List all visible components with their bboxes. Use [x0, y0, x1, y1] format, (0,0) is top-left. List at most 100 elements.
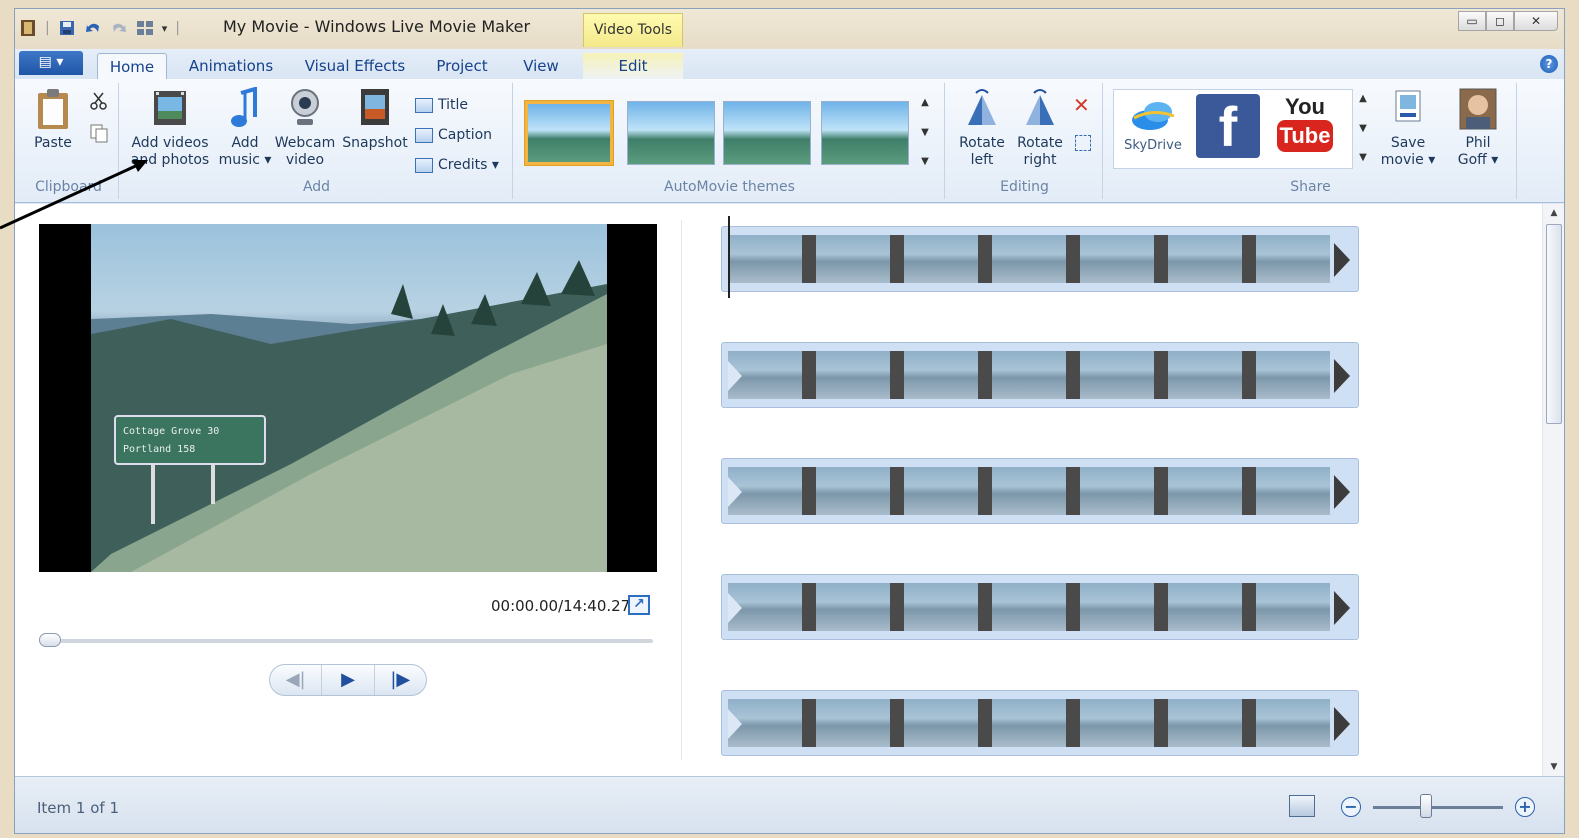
- gallery-up-icon[interactable]: ▲: [921, 97, 929, 108]
- paste-button[interactable]: Paste: [29, 87, 77, 152]
- next-frame-icon[interactable]: |▶: [375, 665, 426, 695]
- add-group-label: Add: [302, 179, 331, 195]
- zoom-slider-track[interactable]: [1373, 806, 1503, 809]
- remove-icon[interactable]: ✕: [1073, 93, 1090, 117]
- tab-home[interactable]: Home: [97, 53, 167, 81]
- storyboard-clip-row[interactable]: [721, 458, 1359, 524]
- storyboard-clip-row[interactable]: [721, 574, 1359, 640]
- seek-thumb[interactable]: [39, 633, 61, 647]
- tab-view[interactable]: View: [515, 53, 567, 81]
- file-menu-button[interactable]: ▤ ▾: [19, 51, 83, 75]
- minimize-button[interactable]: ▭: [1458, 11, 1486, 31]
- skydrive-button[interactable]: SkyDrive: [1118, 94, 1188, 166]
- clip-continue-icon: [1334, 359, 1350, 393]
- storyboard-clip-row[interactable]: [721, 226, 1359, 292]
- play-icon[interactable]: ▶: [321, 665, 375, 695]
- layout-icon[interactable]: [136, 19, 154, 37]
- share-more-icon[interactable]: ▼: [1359, 152, 1367, 163]
- tab-project[interactable]: Project: [429, 53, 495, 81]
- storyboard-clip-row[interactable]: [721, 342, 1359, 408]
- save-movie-button[interactable]: Save movie ▾: [1375, 87, 1441, 169]
- status-item-count: Item 1 of 1: [37, 799, 119, 817]
- gallery-more-icon[interactable]: ▼: [921, 156, 929, 167]
- fullscreen-icon[interactable]: ↗: [628, 595, 650, 615]
- clip-frame: [1256, 235, 1330, 283]
- share-down-icon[interactable]: ▼: [1359, 123, 1367, 134]
- share-group-label: Share: [1290, 179, 1331, 195]
- title-button[interactable]: Title: [415, 97, 468, 113]
- tab-animations[interactable]: Animations: [181, 53, 281, 81]
- rotate-left-button[interactable]: Rotate left: [953, 87, 1011, 169]
- add-videos-and-photos-button[interactable]: Add videos and photos: [125, 87, 215, 169]
- theme-pan-and-zoom[interactable]: [821, 101, 909, 165]
- zoom-slider-thumb[interactable]: [1420, 794, 1432, 818]
- credits-icon: [415, 157, 433, 173]
- youtube-button[interactable]: You Tube: [1270, 94, 1340, 160]
- rotate-right-button[interactable]: Rotate right: [1011, 87, 1069, 169]
- skydrive-label: SkyDrive: [1124, 138, 1182, 153]
- clip-start-icon: [728, 593, 742, 623]
- zoom-out-icon[interactable]: −: [1341, 797, 1361, 817]
- themes-group-label: AutoMovie themes: [664, 179, 795, 195]
- clip-frame: [816, 235, 904, 283]
- pane-divider[interactable]: [681, 220, 682, 760]
- close-button[interactable]: ✕: [1514, 11, 1558, 31]
- select-all-icon[interactable]: [1075, 135, 1091, 151]
- zoom-in-icon[interactable]: +: [1515, 797, 1535, 817]
- snapshot-button[interactable]: Snapshot: [339, 87, 411, 152]
- storyboard-scrollbar[interactable]: ▲ ▼: [1542, 204, 1564, 776]
- clip-continue-icon: [1334, 707, 1350, 741]
- save-icon[interactable]: [58, 19, 76, 37]
- user-account-button[interactable]: Phil Goff ▾: [1445, 87, 1511, 169]
- help-icon[interactable]: ?: [1540, 55, 1558, 73]
- scroll-down-icon[interactable]: ▼: [1543, 762, 1564, 772]
- webcam-video-button[interactable]: Webcam video: [273, 87, 337, 169]
- redo-icon[interactable]: [110, 19, 128, 37]
- theme-default[interactable]: [525, 101, 613, 165]
- previous-frame-icon[interactable]: ◀|: [270, 665, 321, 695]
- scroll-up-icon[interactable]: ▲: [1543, 208, 1564, 218]
- snapshot-icon: [361, 89, 389, 125]
- video-preview[interactable]: Cottage Grove 30 Portland 158: [39, 224, 657, 572]
- share-group: SkyDrive f You Tube ▲ ▼ ▼ Save movie ▾ P…: [1105, 83, 1517, 199]
- theme-fade[interactable]: [723, 101, 811, 165]
- caption-button[interactable]: Caption: [415, 127, 492, 143]
- share-gallery: SkyDrive f You Tube: [1113, 89, 1353, 169]
- clip-frames: [728, 235, 1330, 283]
- share-up-icon[interactable]: ▲: [1359, 93, 1367, 104]
- add-group: Add videos and photos Add music ▾ Webcam…: [121, 83, 513, 199]
- add-videos-label-1: Add videos: [131, 135, 209, 151]
- window-controls: ▭ ◻ ✕: [1458, 11, 1558, 31]
- maximize-button[interactable]: ◻: [1486, 11, 1514, 31]
- user-name-label-1: Phil: [1465, 135, 1491, 151]
- scrollbar-thumb[interactable]: [1546, 224, 1562, 424]
- share-gallery-scroll[interactable]: ▲ ▼ ▼: [1355, 93, 1371, 163]
- qat-separator-2: |: [175, 20, 180, 36]
- app-icon[interactable]: [19, 19, 37, 37]
- music-note-icon: [231, 87, 257, 127]
- copy-icon[interactable]: [89, 123, 109, 147]
- clip-frame: [816, 699, 904, 747]
- storyboard-clip-row[interactable]: [721, 690, 1359, 756]
- rotate-left-label-1: Rotate: [959, 135, 1005, 151]
- undo-icon[interactable]: [84, 19, 102, 37]
- add-music-button[interactable]: Add music ▾: [217, 87, 273, 169]
- themes-gallery-scroll[interactable]: ▲ ▼ ▼: [917, 97, 933, 167]
- cut-icon[interactable]: [89, 91, 109, 115]
- thumbnail-size-icon[interactable]: [1289, 795, 1315, 817]
- title-icon: [415, 97, 433, 113]
- webcam-icon: [291, 89, 319, 125]
- clip-frame: [816, 351, 904, 399]
- gallery-down-icon[interactable]: ▼: [921, 127, 929, 138]
- seek-bar[interactable]: [39, 633, 653, 647]
- clip-frames: [728, 699, 1330, 747]
- theme-contemporary[interactable]: [627, 101, 715, 165]
- playhead[interactable]: [728, 216, 730, 298]
- facebook-icon[interactable]: f: [1196, 94, 1260, 158]
- customize-qat-icon[interactable]: ▾: [162, 22, 168, 35]
- credits-button[interactable]: Credits ▾: [415, 157, 499, 173]
- tab-edit[interactable]: Edit: [583, 53, 683, 81]
- clip-frame: [1080, 467, 1168, 515]
- tab-visual-effects[interactable]: Visual Effects: [299, 53, 411, 81]
- ribbon: Paste Clipboard Add videos and photos Ad…: [15, 79, 1564, 203]
